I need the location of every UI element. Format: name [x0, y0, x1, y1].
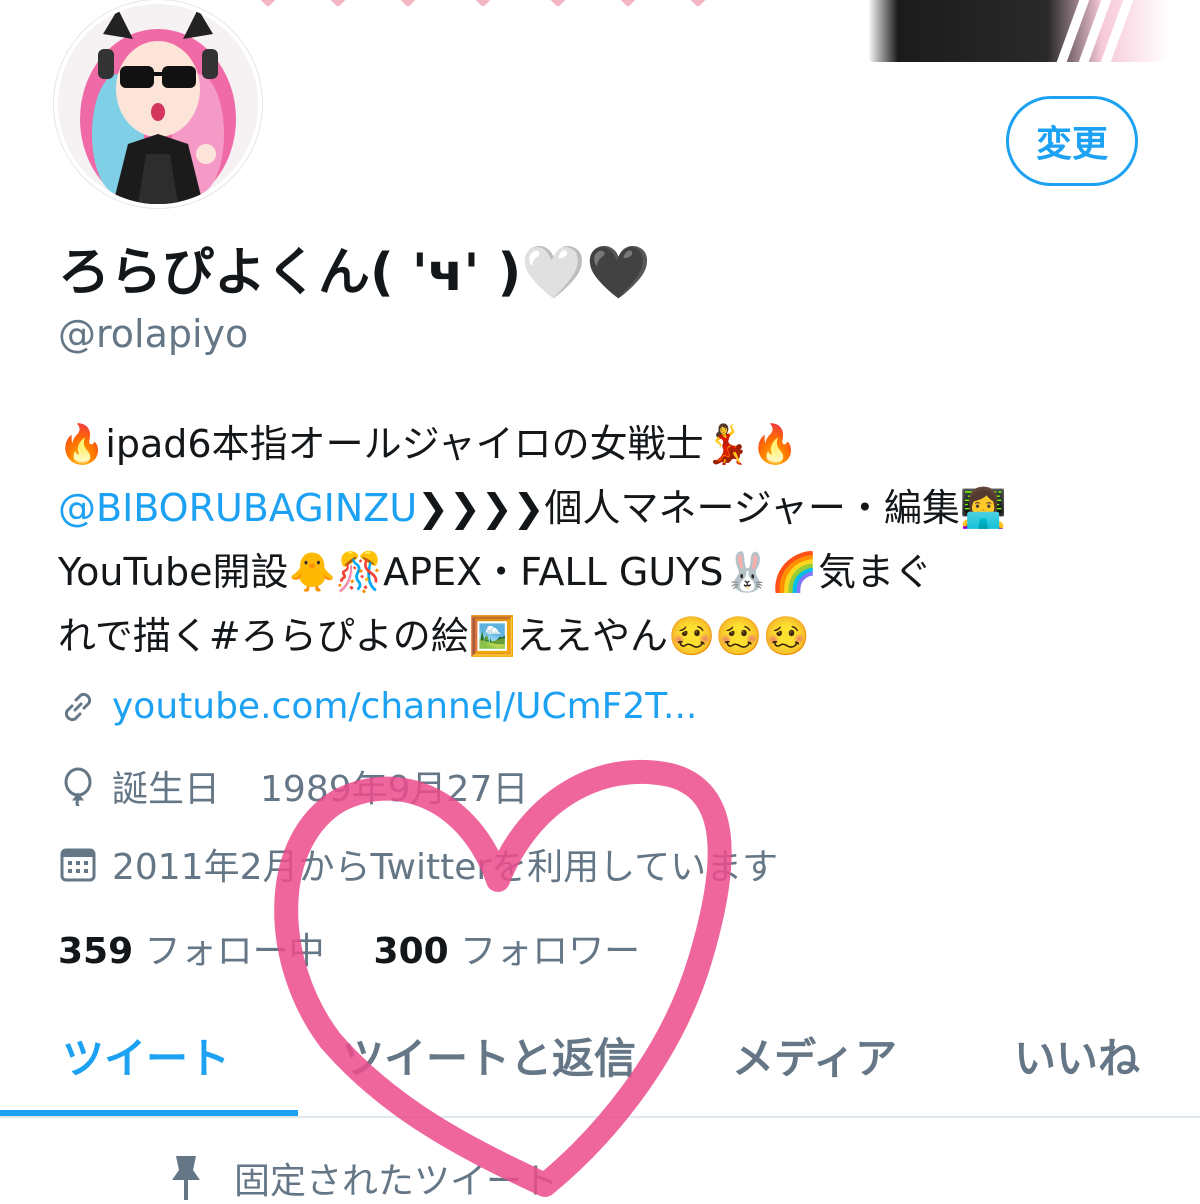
bio-line: 🔥ipad6本指オールジャイロの女戦士💃🔥	[58, 422, 799, 466]
birthday-value: 1989年9月27日	[260, 769, 529, 810]
pinned-label: 固定されたツイート	[234, 1161, 559, 1202]
bio-line: れで描く#ろらぴよの絵🖼️ええやん🥴🥴🥴	[58, 614, 810, 658]
mention-link[interactable]: @BIBORUBAGINZU	[58, 486, 417, 530]
website-link[interactable]: youtube.com/channel/UCmF2T...	[112, 686, 697, 727]
tab-tweets[interactable]: ツイート	[62, 1020, 230, 1090]
handle: @rolapiyo	[58, 312, 249, 356]
followers-label: フォロワー	[460, 931, 641, 972]
tab-media[interactable]: メディア	[732, 1020, 897, 1090]
balloon-icon	[64, 767, 92, 806]
bio-line: @BIBORUBAGINZU❯❯❯❯個人マネージャー・編集👩‍💻	[58, 476, 1148, 540]
birthday-label: 誕生日	[112, 769, 221, 810]
website-row: youtube.com/channel/UCmF2T...	[58, 686, 697, 727]
joined-date: 2011年2月からTwitterを利用しています	[112, 847, 779, 888]
tabs-divider	[0, 1116, 1200, 1118]
followers-stat[interactable]: 300 フォロワー	[374, 931, 641, 972]
follow-stats: 359 フォロー中 300 フォロワー	[58, 922, 640, 974]
display-name: ろらぴよくん( 'ч' )🤍🖤	[58, 243, 651, 303]
edit-profile-button[interactable]: 変更	[1006, 96, 1138, 186]
calendar-icon	[60, 848, 96, 882]
birthday-row: 誕生日 1989年9月27日	[58, 760, 528, 812]
pin-icon	[172, 1156, 200, 1200]
tab-likes[interactable]: いいね	[1014, 1020, 1140, 1090]
link-icon	[64, 692, 92, 721]
banner-decoration	[250, 0, 770, 12]
profile-tabs: ツイート ツイートと返信 メディア いいね	[0, 1020, 1200, 1118]
bio-text: ❯❯❯❯個人マネージャー・編集👩‍💻	[417, 486, 1008, 530]
pinned-tweet-header: 固定されたツイート	[168, 1152, 558, 1204]
banner-illustration	[868, 0, 1168, 62]
avatar[interactable]	[54, 0, 262, 208]
bio: 🔥ipad6本指オールジャイロの女戦士💃🔥 @BIBORUBAGINZU❯❯❯❯…	[58, 412, 1148, 668]
following-label: フォロー中	[144, 931, 325, 972]
following-stat[interactable]: 359 フォロー中	[58, 931, 325, 972]
tab-tweets-and-replies[interactable]: ツイートと返信	[342, 1020, 636, 1090]
following-count: 359	[58, 931, 134, 972]
followers-count: 300	[373, 931, 449, 972]
bio-line: YouTube開設🐥🎊APEX・FALL GUYS🐰🌈気まぐ	[58, 550, 933, 594]
joined-row: 2011年2月からTwitterを利用しています	[58, 838, 778, 890]
